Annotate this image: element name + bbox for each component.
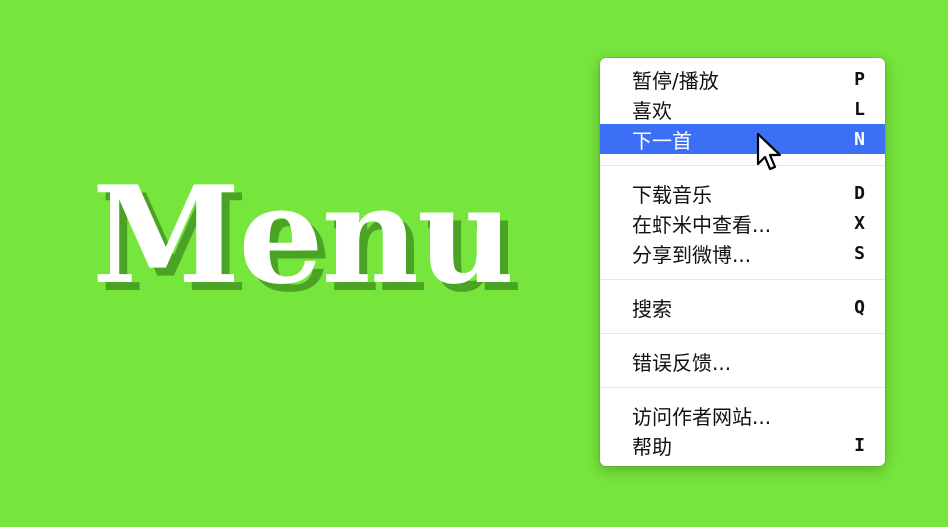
menu-item-label: 喜欢 xyxy=(632,98,672,123)
menu-item-label: 暂停/播放 xyxy=(632,68,719,93)
menu-item-view-in-xiami[interactable]: 在虾米中查看... X xyxy=(600,208,885,238)
menu-item-download-music[interactable]: 下载音乐 D xyxy=(600,178,885,208)
menu-item-label: 下一首 xyxy=(632,128,692,153)
menu-item-help[interactable]: 帮助 I xyxy=(600,430,885,460)
menu-item-next-track[interactable]: 下一首 N xyxy=(600,124,885,154)
menu-item-shortcut: N xyxy=(854,128,865,150)
menu-item-shortcut: P xyxy=(854,68,865,90)
menu-item-pause-play[interactable]: 暂停/播放 P xyxy=(600,64,885,94)
menu-separator xyxy=(600,387,885,388)
menu-item-shortcut: I xyxy=(854,434,865,456)
menu-separator xyxy=(600,279,885,280)
context-menu: 暂停/播放 P 喜欢 L 下一首 N 下载音乐 D 在虾米中查看... X 分享到微博... S 搜索 Q… xyxy=(600,58,885,466)
menu-item-label: 下载音乐 xyxy=(632,182,712,207)
menu-separator xyxy=(600,165,885,166)
menu-item-like[interactable]: 喜欢 L xyxy=(600,94,885,124)
menu-item-visit-author-site[interactable]: 访问作者网站... xyxy=(600,400,885,430)
hero-title: Menu xyxy=(92,156,514,314)
menu-item-share-to-weibo[interactable]: 分享到微博... S xyxy=(600,238,885,268)
menu-item-shortcut: S xyxy=(854,242,865,264)
menu-item-shortcut: D xyxy=(854,182,865,204)
menu-item-feedback[interactable]: 错误反馈... xyxy=(600,346,885,376)
menu-separator xyxy=(600,333,885,334)
menu-item-shortcut: Q xyxy=(854,296,865,318)
menu-item-label: 访问作者网站... xyxy=(632,404,772,429)
menu-item-label: 分享到微博... xyxy=(632,242,752,267)
menu-item-label: 帮助 xyxy=(632,434,672,459)
arrow-pointer-icon xyxy=(756,132,782,171)
menu-item-shortcut: X xyxy=(854,212,865,234)
menu-item-shortcut: L xyxy=(854,98,865,120)
menu-item-label: 在虾米中查看... xyxy=(632,212,772,237)
menu-item-search[interactable]: 搜索 Q xyxy=(600,292,885,322)
menu-item-label: 错误反馈... xyxy=(632,350,732,375)
menu-item-label: 搜索 xyxy=(632,296,672,321)
